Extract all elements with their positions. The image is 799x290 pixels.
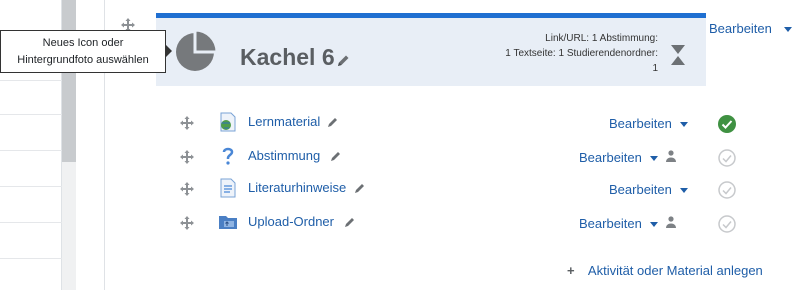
tile-title: Kachel 6 (240, 44, 335, 70)
tile-edit-menu[interactable]: Bearbeiten (709, 21, 792, 36)
chevron-down-icon[interactable] (680, 122, 688, 127)
chevron-down-icon[interactable] (680, 188, 688, 193)
move-icon[interactable] (180, 150, 194, 164)
activity-row: Upload-Ordner Bearbeiten (0, 210, 799, 236)
activity-edit-menu[interactable]: Bearbeiten (609, 116, 672, 131)
completion-unchecked-icon[interactable] (718, 149, 736, 167)
plus-icon: + (567, 263, 575, 278)
activity-link[interactable]: Upload-Ordner (248, 214, 334, 229)
hourglass-icon[interactable] (670, 44, 686, 66)
scrollbar-thumb[interactable] (62, 0, 76, 162)
activity-row: Literaturhinweise Bearbeiten (0, 176, 799, 202)
activity-link[interactable]: Lernmaterial (248, 114, 320, 129)
chevron-down-icon[interactable] (650, 156, 658, 161)
chevron-down-icon (783, 27, 792, 33)
activity-link[interactable]: Literaturhinweise (248, 180, 346, 195)
tile-header: Kachel 6 Link/URL: 1 Abstimmung: 1 Texts… (156, 13, 706, 86)
web-page-icon (220, 112, 236, 132)
left-panel-divider (0, 258, 62, 259)
completion-checked-icon[interactable] (718, 115, 736, 133)
tile-stats-line: 1 Textseite: 1 Studierendenordner: (505, 48, 658, 59)
icon-tooltip: Neues Icon oder Hintergrundfoto auswähle… (0, 30, 166, 73)
left-panel-divider (0, 80, 62, 81)
activity-link[interactable]: Abstimmung (248, 148, 320, 163)
pie-chart-icon[interactable] (172, 29, 218, 75)
activity-edit-menu[interactable]: Bearbeiten (579, 150, 642, 165)
text-page-icon (220, 178, 236, 198)
tooltip-line: Neues Icon oder (42, 37, 124, 49)
edit-title-pencil-icon[interactable] (336, 54, 350, 68)
activity-edit-menu[interactable]: Bearbeiten (609, 182, 672, 197)
add-activity-label: Aktivität oder Material anlegen (587, 263, 763, 278)
tile-edit-label: Bearbeiten (709, 21, 772, 36)
move-icon[interactable] (180, 116, 194, 130)
activity-edit-menu[interactable]: Bearbeiten (579, 216, 642, 231)
user-restriction-icon (666, 150, 676, 162)
edit-pencil-icon[interactable] (354, 182, 366, 194)
folder-upload-icon (219, 216, 237, 229)
add-activity-button[interactable]: + Aktivität oder Material anlegen (567, 263, 763, 278)
tooltip-arrow (166, 45, 172, 57)
activity-row: Lernmaterial Bearbeiten (0, 110, 799, 136)
chevron-down-icon[interactable] (650, 222, 658, 227)
tile-stats-line: 1 (652, 63, 658, 74)
completion-unchecked-icon[interactable] (718, 181, 736, 199)
edit-pencil-icon[interactable] (327, 116, 339, 128)
completion-unchecked-icon[interactable] (718, 215, 736, 233)
edit-pencil-icon[interactable] (344, 216, 356, 228)
move-icon[interactable] (180, 182, 194, 196)
tile-stats: Link/URL: 1 Abstimmung: 1 Textseite: 1 S… (428, 31, 658, 76)
question-icon (222, 147, 234, 165)
edit-pencil-icon[interactable] (330, 150, 342, 162)
tooltip-line: Hintergrundfoto auswählen (17, 54, 149, 66)
tile-stats-line: Link/URL: 1 Abstimmung: (545, 33, 658, 44)
activity-row: Abstimmung Bearbeiten (0, 144, 799, 170)
user-restriction-icon (666, 216, 676, 228)
move-icon[interactable] (180, 216, 194, 230)
